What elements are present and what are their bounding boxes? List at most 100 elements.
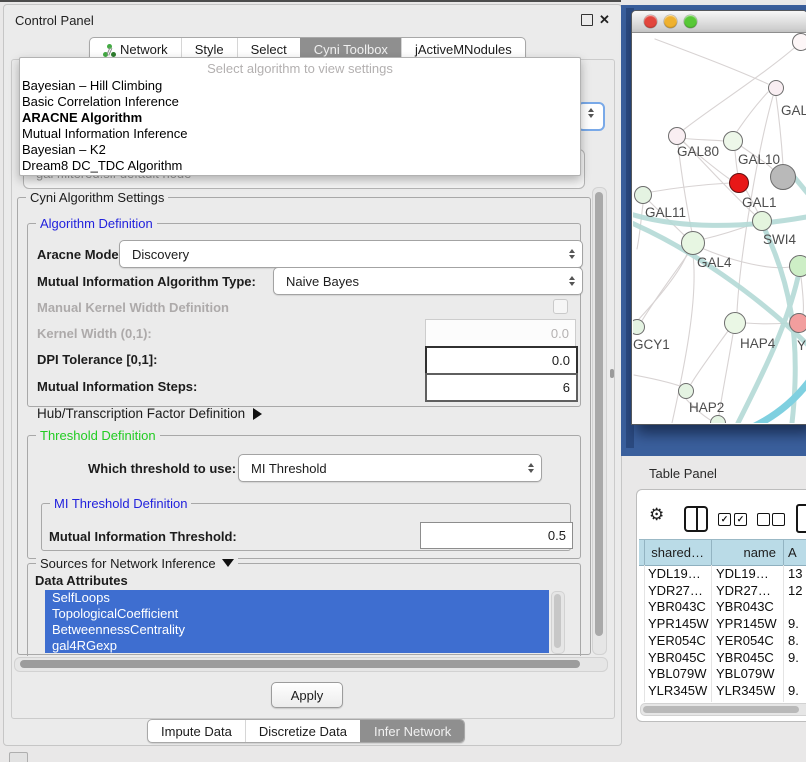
settings-hscrollbar[interactable] (14, 657, 608, 672)
manual-kernel-label: Manual Kernel Width Definition (37, 300, 229, 315)
cell: YBR045C (712, 649, 784, 666)
tab-infer-network[interactable]: Infer Network (360, 720, 464, 742)
mi-type-label: Mutual Information Algorithm Type: (37, 274, 256, 289)
tab-label: Discretize Data (259, 724, 347, 739)
threshold-title: Threshold Definition (36, 428, 160, 443)
data-attributes-list[interactable]: SelfLoopsTopologicalCoefficientBetweenne… (45, 590, 549, 653)
node-label-gal4: GAL4 (697, 255, 732, 270)
mi-threshold-field[interactable]: 0.5 (420, 522, 573, 549)
table-row[interactable]: YPR145WYPR145W9. (639, 615, 806, 632)
close-icon[interactable]: ✕ (599, 13, 610, 26)
node-hap4[interactable] (724, 312, 746, 334)
cell: YIL052C (645, 699, 712, 702)
tab-impute-data[interactable]: Impute Data (148, 720, 245, 742)
cell: YDR27… (712, 582, 784, 599)
close-traffic-light[interactable] (644, 15, 657, 28)
group-title: Cyni Algorithm Settings (26, 190, 168, 205)
table-row[interactable]: YDL19…YDL19…13 (639, 565, 806, 582)
algorithm-popup: Select algorithm to view settings Bayesi… (19, 57, 581, 176)
minimize-traffic-light[interactable] (664, 15, 677, 28)
cell: YBR043C (645, 599, 712, 616)
node-bottom-green[interactable] (710, 415, 726, 423)
float-window-icon[interactable] (581, 14, 593, 26)
tab-discretize-data[interactable]: Discretize Data (245, 720, 360, 742)
manual-kernel-checkbox[interactable] (553, 299, 568, 314)
attribute-item-topologicalcoefficient[interactable]: TopologicalCoefficient (45, 606, 549, 622)
dpi-tolerance-field[interactable]: 0.0 (425, 346, 578, 375)
splitter-handle[interactable] (610, 369, 614, 378)
algorithm-option-bayesian-hill-climbing[interactable]: Bayesian – Hill Climbing (20, 78, 580, 94)
mi-steps-label: Mutual Information Steps: (37, 379, 197, 394)
algorithm-option-basic-correlation-inference[interactable]: Basic Correlation Inference (20, 94, 580, 110)
checked-box-icon[interactable]: ✓ (734, 513, 747, 526)
mi-steps-field[interactable]: 6 (425, 373, 578, 402)
node-gal10-nb[interactable] (723, 131, 743, 151)
split-columns-icon[interactable] (684, 506, 708, 532)
mi-type-value: Naive Bayes (286, 274, 359, 289)
table-header[interactable]: shared…nameA (639, 539, 806, 566)
hub-definition-toggle[interactable]: Hub/Transcription Factor Definition (37, 406, 262, 421)
attribute-item-betweennesscentrality[interactable]: BetweennessCentrality (45, 622, 549, 638)
algorithm-option-bayesian-k2[interactable]: Bayesian – K2 (20, 142, 580, 158)
algorithm-option-dream8-dc-tdc-algorithm[interactable]: Dream8 DC_TDC Algorithm (20, 158, 580, 174)
node-gal-tr[interactable] (768, 80, 784, 96)
node-hap2[interactable] (678, 383, 694, 399)
unchecked-box-icon[interactable] (772, 513, 785, 526)
node-gcy1[interactable] (633, 319, 645, 335)
node-right-green[interactable] (789, 255, 806, 277)
popup-placeholder: Select algorithm to view settings (20, 58, 580, 78)
network-window-titlebar[interactable] (632, 11, 806, 33)
node-gal11[interactable] (634, 186, 652, 204)
node-top-right[interactable] (792, 33, 806, 51)
node-gal80[interactable] (668, 127, 686, 145)
which-threshold-combo[interactable]: MI Threshold (238, 454, 542, 482)
column-header-shared-[interactable]: shared… (645, 540, 712, 565)
table-row[interactable]: YBR043CYBR043C (639, 599, 806, 616)
zoom-traffic-light[interactable] (684, 15, 697, 28)
attribute-item-gal4rgexp[interactable]: gal4RGexp (45, 638, 549, 653)
table-body[interactable]: YDL19…YDL19…13YDR27…YDR27…12YBR043CYBR04… (639, 565, 806, 702)
tab-label: Style (195, 42, 224, 57)
node-gal10[interactable] (770, 164, 796, 190)
node-label-gal: GAL (781, 103, 806, 118)
node-gal4[interactable] (681, 231, 705, 255)
table-row[interactable]: YER054CYER054C8. (639, 632, 806, 649)
cell (784, 599, 806, 616)
mi-type-combo[interactable]: Naive Bayes (273, 267, 583, 295)
cell (784, 666, 806, 683)
network-canvas[interactable]: GAL80GAL10GAL1GAL11SWI4GAL4GCY1HAP4HAP2G… (633, 33, 806, 423)
table-row[interactable]: YBR045CYBR045C9. (639, 649, 806, 666)
attributes-scrollbar[interactable] (551, 591, 565, 654)
mi-threshold-title: MI Threshold Definition (50, 496, 191, 511)
apply-button[interactable]: Apply (271, 682, 343, 708)
cell: YER054C (712, 632, 784, 649)
algorithm-list: Bayesian – Hill ClimbingBasic Correlatio… (20, 78, 580, 174)
table-hscrollbar[interactable] (640, 703, 806, 716)
file-icon[interactable] (796, 504, 806, 533)
algorithm-option-aracne-algorithm[interactable]: ARACNE Algorithm (20, 110, 580, 126)
mini-button[interactable] (9, 752, 28, 762)
column-header-a[interactable]: A (784, 540, 806, 565)
node-right-pink[interactable] (789, 313, 806, 333)
unchecked-box-icon[interactable] (757, 513, 770, 526)
gear-icon[interactable]: ⚙ (649, 506, 664, 523)
network-window[interactable]: GAL80GAL10GAL1GAL11SWI4GAL4GCY1HAP4HAP2G… (631, 10, 806, 425)
table-row[interactable]: YDR27…YDR27…12 (639, 582, 806, 599)
tab-label: Network (120, 42, 168, 57)
table-row[interactable]: YIL052CYIL052C9 (639, 699, 806, 702)
node-swi4[interactable] (752, 211, 772, 231)
node-label-hap4: HAP4 (740, 336, 775, 351)
top-edge-line (0, 0, 621, 2)
algorithm-option-mutual-information-inference[interactable]: Mutual Information Inference (20, 126, 580, 142)
table-row[interactable]: YBL079WYBL079W (639, 666, 806, 683)
settings-vscrollbar[interactable] (592, 187, 607, 655)
table-row[interactable]: YLR345WYLR345W9. (639, 682, 806, 699)
inference-combo-stepper[interactable] (577, 102, 605, 131)
attribute-item-selfloops[interactable]: SelfLoops (45, 590, 549, 606)
aracne-mode-combo[interactable]: Discovery (119, 240, 583, 268)
column-header-name[interactable]: name (712, 540, 784, 565)
node-gal1-red[interactable] (729, 173, 749, 193)
checked-box-icon[interactable]: ✓ (718, 513, 731, 526)
cell: YBL079W (712, 666, 784, 683)
kernel-width-field[interactable]: 0.0 (425, 319, 576, 347)
